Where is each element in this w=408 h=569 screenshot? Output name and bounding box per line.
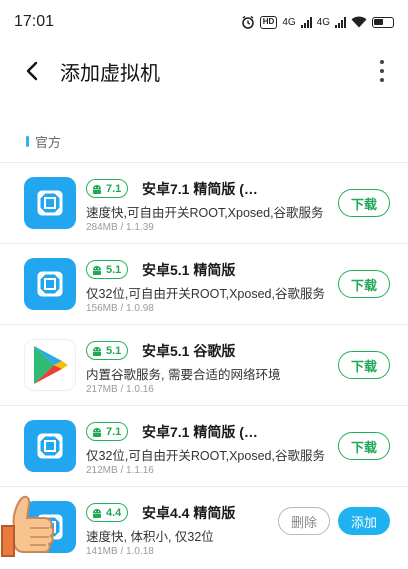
app-size-version: 212MB / 1.1.16 <box>86 465 154 476</box>
section-label: 官方 <box>35 135 62 150</box>
network-label-2: 4G <box>316 16 330 28</box>
download-button[interactable]: 下载 <box>338 189 390 217</box>
app-size-version: 156MB / 1.0.98 <box>86 303 154 314</box>
app-size-version: 284MB / 1.1.39 <box>86 222 154 233</box>
list-item: 7.1 安卓7.1 精简版 (… 速度快,可自由开关ROOT,Xposed,谷歌… <box>0 162 408 243</box>
list-item: 4.4 安卓4.4 精简版 速度快, 体积小, 仅32位 141MB / 1.0… <box>0 486 408 567</box>
android-icon <box>93 427 101 437</box>
alarm-icon <box>241 15 254 29</box>
app-name: 安卓7.1 精简版 (… <box>142 424 258 440</box>
signal-icon-1 <box>300 16 312 28</box>
wifi-icon <box>351 16 367 28</box>
download-button[interactable]: 下载 <box>338 351 390 379</box>
signal-icon-2 <box>335 16 346 28</box>
battery-icon <box>372 16 394 28</box>
hd-badge: HD <box>259 15 278 29</box>
add-button[interactable]: 添加 <box>338 507 390 535</box>
version-badge: 7.1 <box>86 179 129 198</box>
app-name: 安卓4.4 精简版 <box>142 505 236 521</box>
android-icon <box>93 184 101 194</box>
top-bar: 添加虚拟机 <box>0 44 408 98</box>
android-icon <box>93 508 101 518</box>
download-button[interactable]: 下载 <box>338 432 390 460</box>
android-icon <box>93 265 101 275</box>
app-description: 速度快,可自由开关ROOT,Xposed,谷歌服务 <box>86 206 324 220</box>
network-label-1: 4G <box>282 16 296 28</box>
version-badge: 4.4 <box>86 503 129 522</box>
app-list: 7.1 安卓7.1 精简版 (… 速度快,可自由开关ROOT,Xposed,谷歌… <box>0 162 408 567</box>
status-time: 17:01 <box>14 13 55 30</box>
list-item: 5.1 安卓5.1 谷歌版 内置谷歌服务, 需要合适的网络环境 217MB / … <box>0 324 408 405</box>
back-arrow-icon[interactable] <box>10 49 54 93</box>
download-button[interactable]: 下载 <box>338 270 390 298</box>
vm-cube-icon <box>24 420 76 472</box>
version-badge: 7.1 <box>86 422 129 441</box>
version-badge: 5.1 <box>86 341 129 360</box>
version-number: 7.1 <box>106 182 122 195</box>
section-accent-bar <box>26 136 29 147</box>
page-title: 添加虚拟机 <box>60 62 160 85</box>
version-number: 7.1 <box>106 425 122 438</box>
version-number: 4.4 <box>106 506 122 519</box>
google-play-icon <box>24 339 76 391</box>
vm-cube-icon <box>24 258 76 310</box>
app-size-version: 141MB / 1.0.18 <box>86 546 154 557</box>
app-description: 仅32位,可自由开关ROOT,Xposed,谷歌服务 <box>86 449 325 463</box>
status-bar: 17:01 HD 4G 4G <box>0 0 408 44</box>
delete-button[interactable]: 删除 <box>278 507 330 535</box>
section-header: 官方 <box>26 132 61 151</box>
version-badge: 5.1 <box>86 260 129 279</box>
more-options-icon[interactable] <box>370 51 394 91</box>
status-icons: HD 4G 4G <box>241 15 394 29</box>
app-name: 安卓5.1 谷歌版 <box>142 343 236 359</box>
android-icon <box>93 346 101 356</box>
list-item: 5.1 安卓5.1 精简版 仅32位,可自由开关ROOT,Xposed,谷歌服务… <box>0 243 408 324</box>
app-description: 内置谷歌服务, 需要合适的网络环境 <box>86 368 281 382</box>
app-name: 安卓5.1 精简版 <box>142 262 236 278</box>
list-item: 7.1 安卓7.1 精简版 (… 仅32位,可自由开关ROOT,Xposed,谷… <box>0 405 408 486</box>
version-number: 5.1 <box>106 263 122 276</box>
app-description: 仅32位,可自由开关ROOT,Xposed,谷歌服务 <box>86 287 325 301</box>
app-size-version: 217MB / 1.0.16 <box>86 384 154 395</box>
app-name: 安卓7.1 精简版 (… <box>142 181 258 197</box>
thumbs-up-icon <box>1 495 55 557</box>
version-number: 5.1 <box>106 344 122 357</box>
vm-cube-icon <box>24 177 76 229</box>
